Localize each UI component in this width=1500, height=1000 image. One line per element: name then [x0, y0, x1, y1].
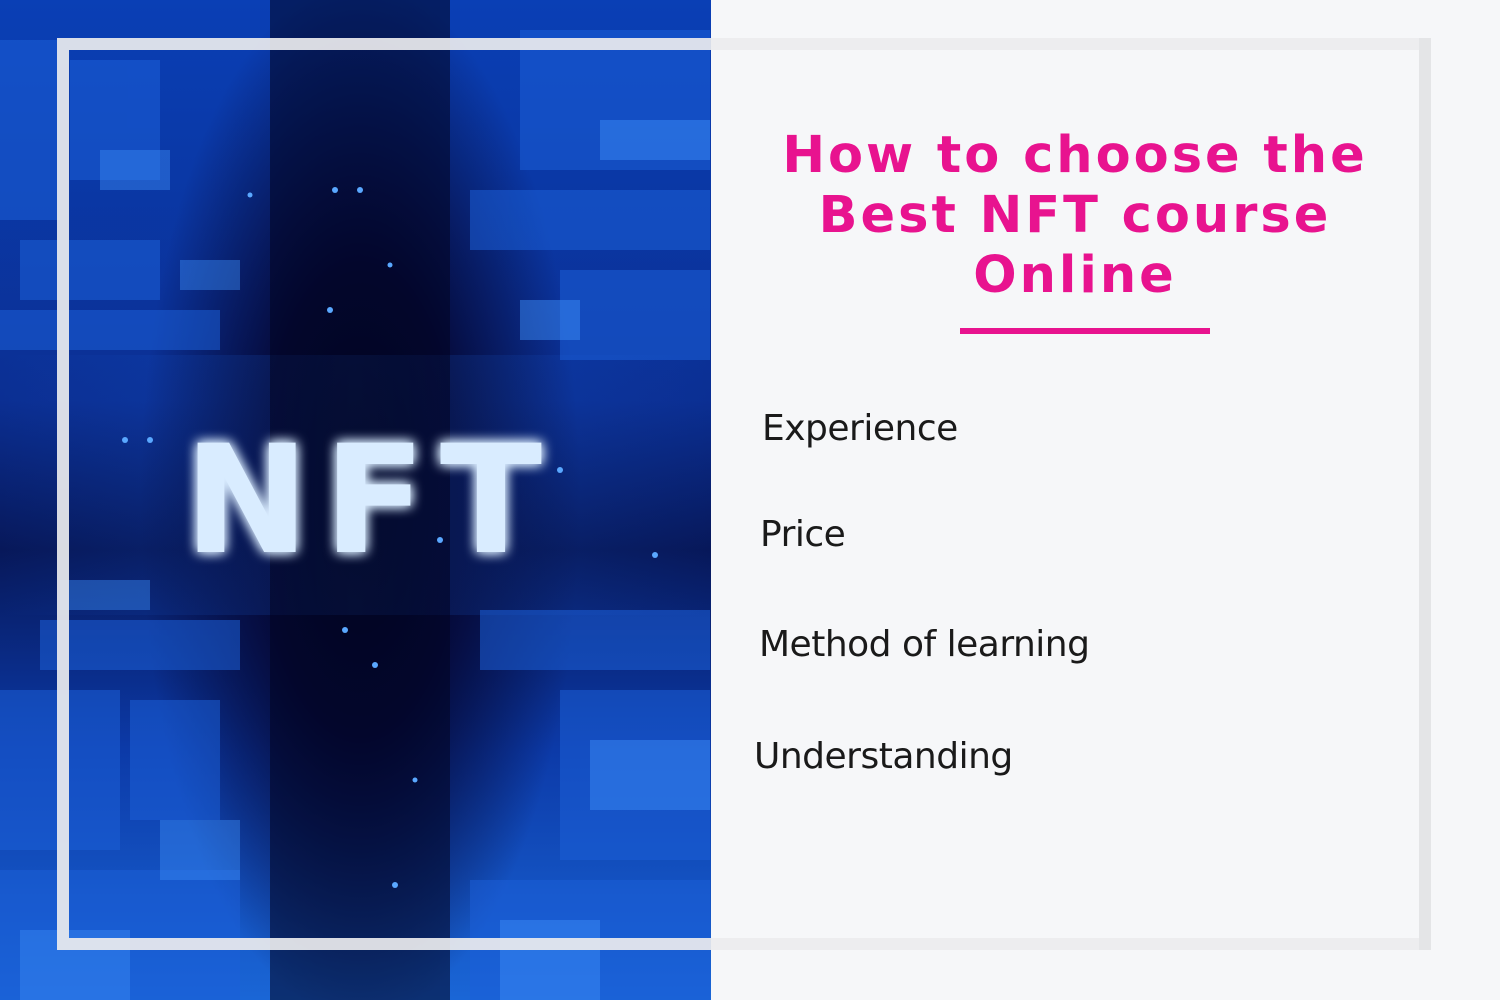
criteria-item-method-of-learning: Method of learning	[759, 624, 1090, 665]
digital-circuit-background: NFT	[0, 0, 711, 1000]
frame-edge	[1419, 38, 1431, 950]
criteria-item-understanding: Understanding	[754, 736, 1013, 777]
nft-text: NFT	[184, 414, 556, 588]
page-title: How to choose the Best NFT course Online	[782, 126, 1368, 305]
title-underline	[960, 328, 1210, 334]
criteria-item-experience: Experience	[762, 408, 958, 449]
criteria-item-price: Price	[760, 514, 846, 555]
nft-hero-image: NFT	[0, 0, 711, 1000]
